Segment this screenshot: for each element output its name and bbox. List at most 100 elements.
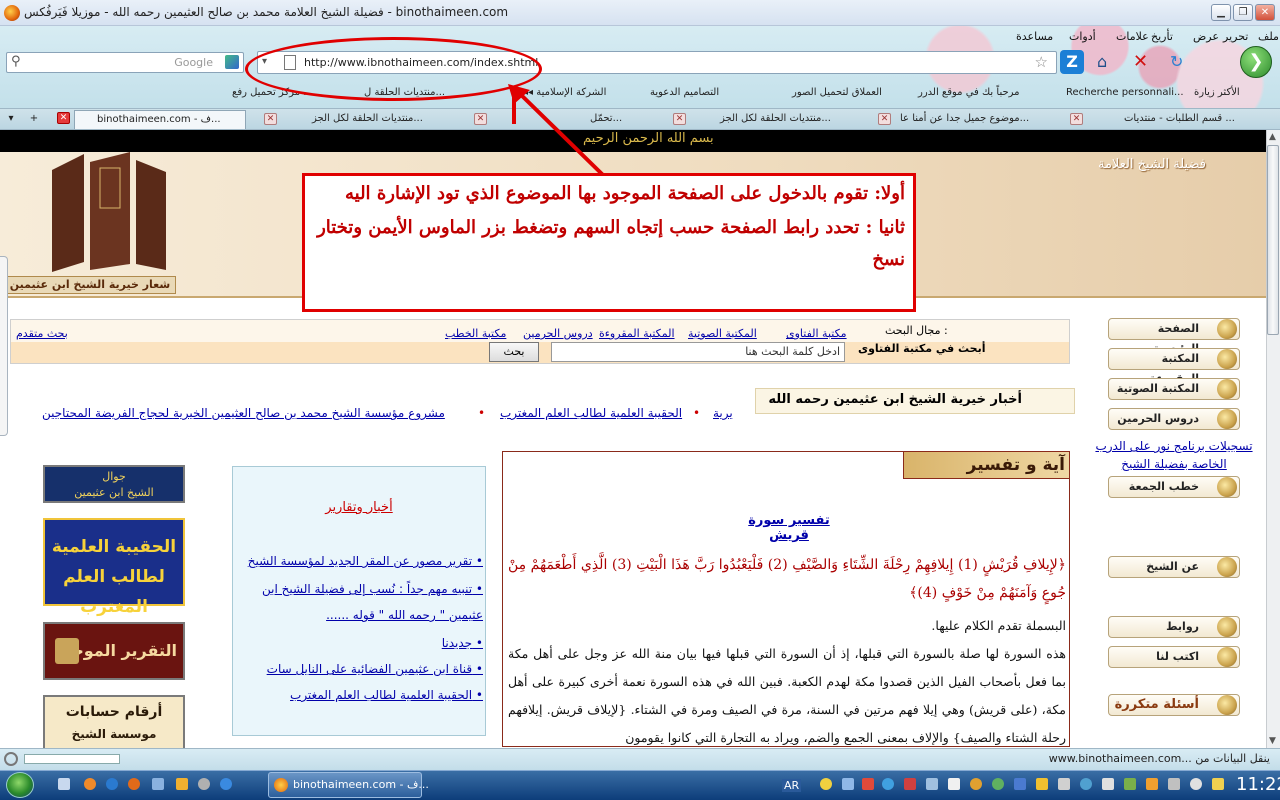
menu-bookmarks[interactable]: علامات [1116,30,1149,43]
tray-icon[interactable] [842,778,854,790]
menu-file[interactable]: ملف [1258,30,1279,43]
quicklaunch-icon[interactable] [84,778,96,790]
new-tab-button[interactable]: + [24,110,44,129]
books-logo-image[interactable] [44,152,174,272]
news-item[interactable]: • قناة ابن عثيمين الفضائية على النايل سا… [245,656,483,682]
site-logo-text[interactable]: فضيلة الشيخ العلامة [1098,157,1206,172]
side-panel-grip[interactable] [0,256,8,436]
bookmark-item[interactable]: مرحباً بك في موقع الدرر [918,87,1020,98]
search-scope-link[interactable]: المكتبة الصوتية [688,327,757,340]
noor-program-link[interactable]: تسجيلات برنامج نور على الدرب الخاصة بفضي… [1090,437,1258,473]
mobile-banner[interactable]: جوال الشيخ ابن عثيمين [43,465,185,503]
ticker-link[interactable]: يرية [713,406,733,420]
nav-about[interactable]: عن الشيخ [1108,556,1240,578]
clock[interactable]: 11:22 [1236,774,1280,795]
site-search-button[interactable]: بحث [489,342,539,362]
firefox-quicklaunch-icon[interactable] [128,778,140,790]
bluetooth-icon[interactable] [882,778,894,790]
news-item-text[interactable]: تنبيه مهم جداً : نُسب إلى فضيلة الشيخ اب… [262,582,483,622]
news-item[interactable]: • جديدنا [245,630,483,656]
news-item-text[interactable]: تقرير مصور عن المقر الجديد لمؤسسة الشيخ [248,554,472,568]
ticker-link[interactable]: مشروع مؤسسة الشيخ محمد بن صالح العثيمين … [42,406,445,420]
network-icon[interactable] [1124,778,1136,790]
media-icon[interactable] [176,778,188,790]
tray-icon[interactable] [992,778,1004,790]
tray-icon[interactable] [970,778,982,790]
tray-icon[interactable] [1014,778,1026,790]
menu-edit[interactable]: تحرير [1223,30,1248,43]
nav-links[interactable]: روابط [1108,616,1240,638]
search-scope-link[interactable]: دروس الحرمين [523,327,593,340]
tray-icon[interactable] [1058,778,1070,790]
tab[interactable]: منتديات الحلقة لكل الجز... [282,110,466,129]
app-icon[interactable] [198,778,210,790]
forward-icon[interactable]: ❯ [1240,46,1272,78]
news-item[interactable]: • تنبيه مهم جداً : نُسب إلى فضيلة الشيخ … [245,576,483,628]
ticker-link[interactable]: الحقيبة العلمية لطالب العلم المغترب [500,406,682,420]
nav-contact[interactable]: اكتب لنا [1108,646,1240,668]
start-button[interactable] [6,772,34,798]
zotero-icon[interactable]: Z [1060,50,1084,74]
tray-icon[interactable] [1212,778,1224,790]
bookmark-item[interactable]: العملاق لتحميل الصور [792,87,882,98]
menu-help[interactable]: مساعدة [1016,30,1053,43]
tray-icon[interactable] [820,778,832,790]
tab[interactable]: موضوع جميل جدا عن أمنا عا... [900,110,1050,129]
home-icon[interactable]: ⌂ [1097,52,1117,72]
search-scope-link[interactable]: مكتبة الخطب [445,327,506,340]
tray-icon[interactable] [1102,778,1114,790]
scrollbar-thumb[interactable] [1267,145,1279,335]
nav-haramain[interactable]: دروس الحرمين [1108,408,1240,430]
search-scope-link[interactable]: المكتبة المقروءة [599,327,675,340]
tray-icon[interactable] [1168,778,1180,790]
volume-icon[interactable] [1190,778,1202,790]
nav-read-library[interactable]: المكتبة المقروءة [1108,348,1240,385]
emblem-label[interactable]: شعار خيرية الشيخ ابن عثيمين [4,276,176,294]
scientific-bag-banner[interactable]: الحقيبة العلمية لطالب العلم المغترب [43,518,185,617]
tray-icon[interactable] [1080,778,1092,790]
stop-icon[interactable]: ✕ [1133,52,1153,72]
ie-icon[interactable] [106,778,118,790]
nav-home[interactable]: الصفحة الرئيسية [1108,318,1240,355]
aya-tafsir-title[interactable]: تفسير سورة قريش [730,513,848,543]
tab-close-icon[interactable]: ✕ [474,113,487,125]
news-reports-title[interactable]: أخبار وتقارير [232,500,486,515]
explorer-icon[interactable] [152,778,164,790]
tab-close-icon[interactable]: ✕ [878,113,891,125]
tray-icon[interactable] [862,778,874,790]
nav-faq[interactable]: أسئلة متكررة [1108,694,1240,716]
menu-tools[interactable]: أدوات [1069,30,1096,43]
bank-accounts-banner[interactable]: أرقام حسابات موسسة الشيخ [43,695,185,748]
app-icon[interactable] [220,778,232,790]
advanced-search-link[interactable]: بحث متقدم [16,327,68,340]
tab-close-icon[interactable]: ✕ [1070,113,1083,125]
tab-close-icon[interactable]: ✕ [57,112,70,124]
news-item[interactable]: • الحقيبة العلمية لطالب العلم المغترب [245,682,483,708]
search-scope-link[interactable]: مكتبة الفتاوى [786,327,847,340]
close-button[interactable]: ✕ [1255,4,1275,21]
news-item-text[interactable]: جديدنا [442,636,472,650]
scroll-down-icon[interactable]: ▼ [1269,736,1276,746]
bookmark-item[interactable]: التصاميم الدعوية [650,87,719,98]
bookmark-star-icon[interactable]: ☆ [1035,53,1048,71]
bookmark-item[interactable]: Recherche personnali... [1066,87,1184,98]
tab-close-icon[interactable]: ✕ [673,113,686,125]
tray-icon[interactable] [926,778,938,790]
reload-icon[interactable]: ↻ [1170,52,1190,72]
show-desktop-icon[interactable] [58,778,70,790]
scroll-up-icon[interactable]: ▲ [1269,132,1276,142]
menu-view[interactable]: عرض [1193,30,1219,43]
menu-history[interactable]: تأريخ [1151,30,1173,43]
tray-icon[interactable] [904,778,916,790]
tab[interactable]: قسم الطلبات - منتديات ... [1124,110,1274,129]
site-search-input[interactable]: ادخل كلمة البحث هنا [551,342,845,362]
bookmark-item[interactable]: الأكثر زيارة [1194,87,1240,98]
tray-icon[interactable] [1146,778,1158,790]
restore-button[interactable]: ❐ [1233,4,1253,21]
tab-close-icon[interactable]: ✕ [264,113,277,125]
minimize-button[interactable]: ▁ [1211,4,1231,21]
news-item[interactable]: • تقرير مصور عن المقر الجديد لمؤسسة الشي… [245,548,483,574]
tray-icon[interactable] [948,778,960,790]
news-item-text[interactable]: قناة ابن عثيمين الفضائية على النايل سات [267,662,472,676]
nav-friday-sermons[interactable]: خطب الجمعة [1108,476,1240,498]
